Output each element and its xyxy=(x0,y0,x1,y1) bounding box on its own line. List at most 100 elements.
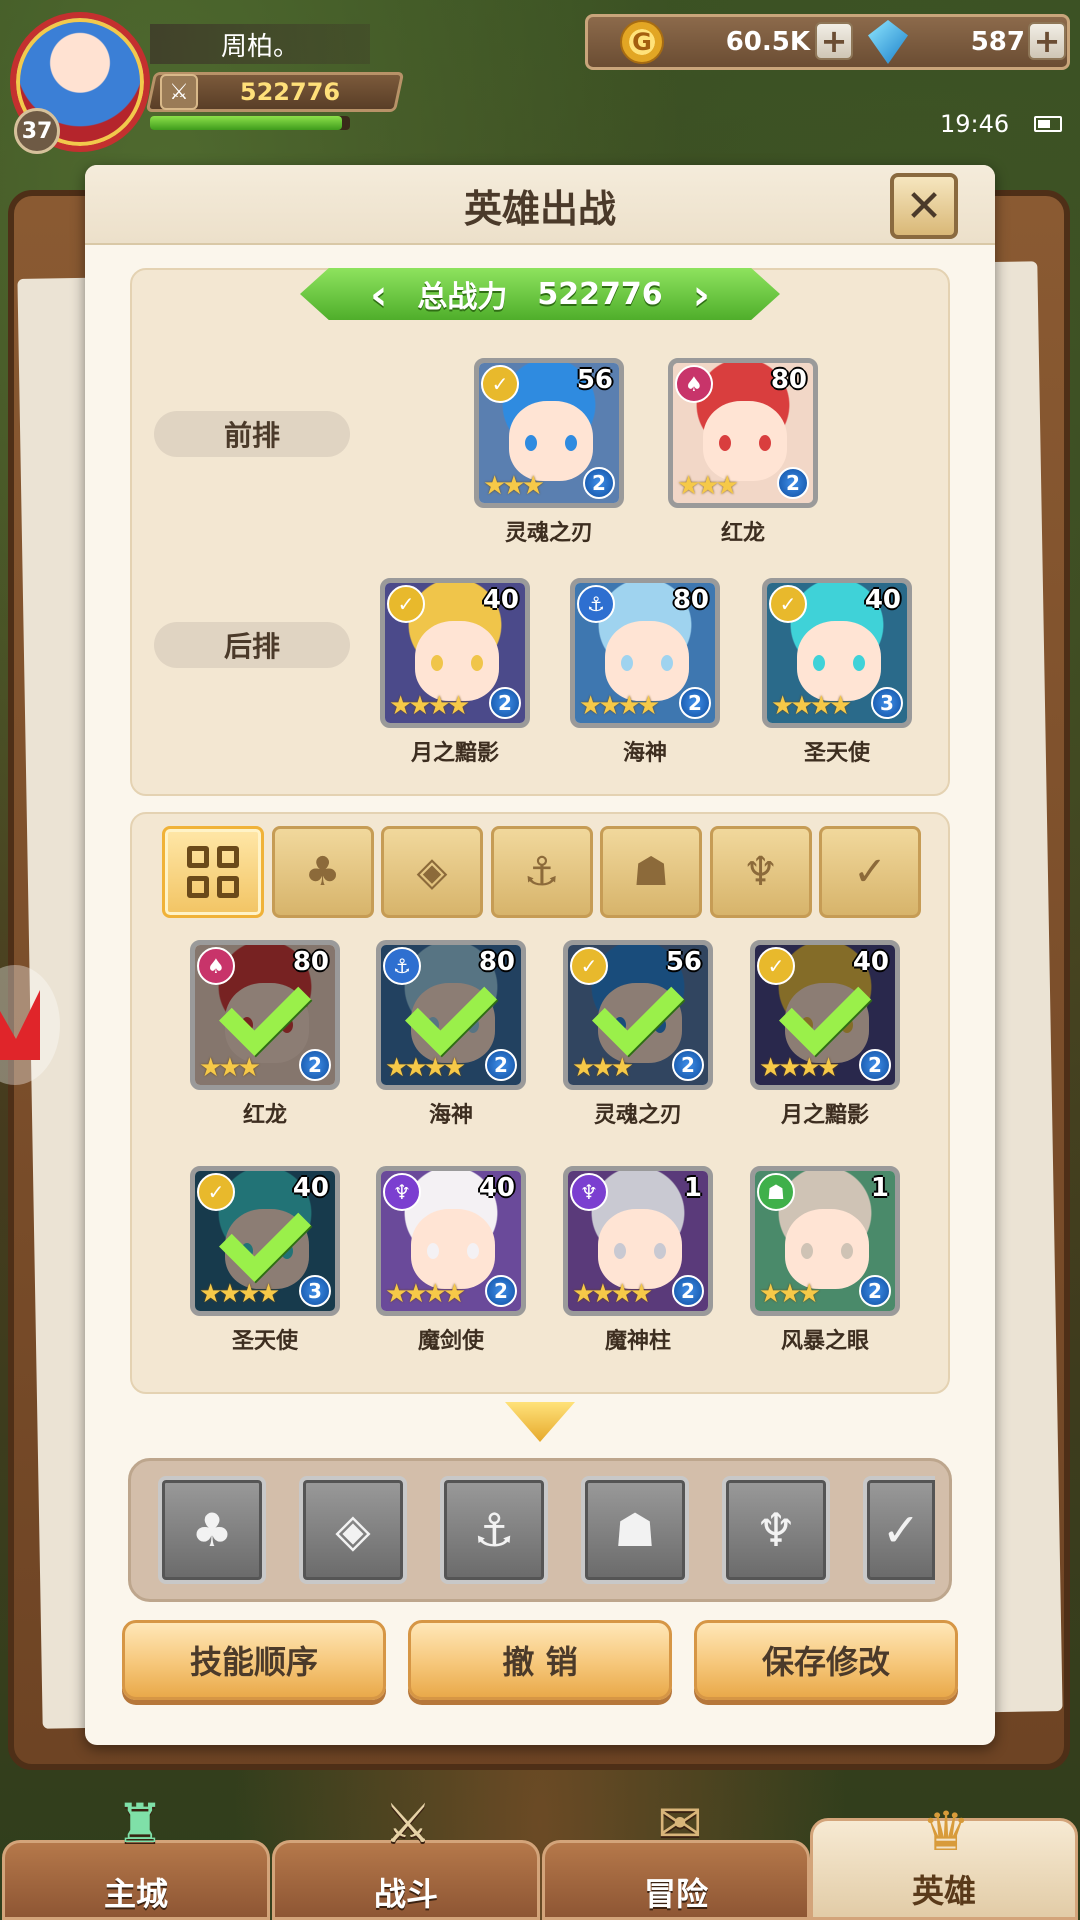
back-row-hero-card[interactable]: ✓ 40 ★★★★ 2 xyxy=(380,578,530,728)
hero-level: 40 xyxy=(864,585,901,615)
list-hero-name: 海神 xyxy=(428,1103,473,1128)
list-hero-card[interactable]: ⚓ 80 ★★★★ 2 xyxy=(376,940,526,1090)
faction-slot-anchor[interactable]: ⚓ xyxy=(440,1476,548,1584)
hero-level: 40 xyxy=(478,1173,515,1203)
dialog-title: 英雄出战 xyxy=(463,186,616,231)
hero-eye xyxy=(467,1243,479,1259)
nav-tab-adventure[interactable]: ✉ 冒险 xyxy=(542,1792,810,1920)
list-hero-card[interactable]: ✓ 40 ★★★★ 2 xyxy=(750,940,900,1090)
back-row-hero-card[interactable]: ✓ 40 ★★★★ 3 xyxy=(762,578,912,728)
filter-tab-wing[interactable]: ✓ xyxy=(819,826,921,918)
back-row-hero-card[interactable]: ⚓ 80 ★★★★ 2 xyxy=(570,578,720,728)
chevron-left-icon: ‹ xyxy=(370,269,388,319)
faction-slot-gem[interactable]: ◈ xyxy=(299,1476,407,1584)
undo-button[interactable]: 撤 销 xyxy=(408,1620,672,1700)
hero-face xyxy=(415,621,499,701)
hero-stars: ★★★ xyxy=(483,471,545,501)
list-hero-name: 圣天使 xyxy=(231,1329,298,1354)
nav-tab-heroes[interactable]: ♛ 英雄 xyxy=(810,1800,1078,1920)
experience-bar xyxy=(150,116,350,130)
list-hero-card[interactable]: ☗ 1 ★★★ 2 xyxy=(750,1166,900,1316)
skill-order-button[interactable]: 技能顺序 xyxy=(122,1620,386,1700)
list-hero-card[interactable]: ✓ 56 ★★★ 2 xyxy=(563,940,713,1090)
hero-eye xyxy=(853,655,865,671)
list-hero-name: 月之黯影 xyxy=(780,1103,869,1128)
hero-stars: ★★★ xyxy=(572,1053,634,1083)
list-hero-name: 魔剑使 xyxy=(417,1329,484,1354)
hero-level: 80 xyxy=(770,365,807,395)
gem-value: 587 xyxy=(970,27,1025,57)
total-power-text: ‹ 总战力 522776 › xyxy=(320,269,760,319)
faction-icon: ✓ xyxy=(197,1173,235,1211)
hero-stars: ★★★★ xyxy=(389,691,470,721)
hero-stars: ★★★ xyxy=(759,1279,821,1309)
front-row-label: 前排 xyxy=(154,411,350,457)
faction-icon: ♆ xyxy=(383,1173,421,1211)
hero-face xyxy=(598,1209,682,1289)
nav-label-city: 主城 xyxy=(103,1875,168,1913)
hero-eye xyxy=(841,1243,853,1259)
hero-level: 40 xyxy=(852,947,889,977)
swords-icon: ⚔ xyxy=(383,1791,433,1855)
hero-awaken-badge: 3 xyxy=(299,1275,331,1307)
filter-tab-gem[interactable]: ◈ xyxy=(381,826,483,918)
player-power-value: 522776 xyxy=(239,78,341,106)
hero-stars: ★★★★ xyxy=(759,1053,840,1083)
hero-eye xyxy=(565,435,577,451)
add-gold-button[interactable]: + xyxy=(815,22,853,60)
castle-icon: ♜ xyxy=(115,1791,165,1855)
faction-slot-demon[interactable]: ♆ xyxy=(722,1476,830,1584)
hero-eye xyxy=(525,435,537,451)
player-name: 周柏。 xyxy=(150,24,370,64)
list-hero-card[interactable]: ♠ 80 ★★★ 2 xyxy=(190,940,340,1090)
back-row-hero-name: 月之黯影 xyxy=(410,741,499,766)
hero-eye xyxy=(621,655,633,671)
hero-face xyxy=(785,1209,869,1289)
back-row-hero-name: 海神 xyxy=(622,741,667,766)
hero-level: 80 xyxy=(672,585,709,615)
list-hero-card[interactable]: ♆ 1 ★★★★ 2 xyxy=(563,1166,713,1316)
faction-slot-plant[interactable]: ♣ xyxy=(158,1476,266,1584)
filter-tab-demon[interactable]: ♆ xyxy=(709,826,812,918)
nav-tab-city[interactable]: ♜ 主城 xyxy=(2,1792,270,1920)
faction-slot-wing[interactable]: ✓ xyxy=(863,1476,935,1584)
add-gems-button[interactable]: + xyxy=(1028,22,1066,60)
faction-icon: ✓ xyxy=(387,585,425,623)
battery-icon xyxy=(1034,116,1062,132)
hero-awaken-badge: 2 xyxy=(859,1275,891,1307)
front-row-hero-card[interactable]: ♠ 80 ★★★ 2 xyxy=(668,358,818,508)
wing-slot-icon: ✓ xyxy=(881,1503,921,1557)
back-row-label: 后排 xyxy=(154,622,350,668)
front-row-hero-card[interactable]: ✓ 56 ★★★ 2 xyxy=(474,358,624,508)
hero-face xyxy=(703,401,787,481)
filter-tab-plant[interactable]: ♣ xyxy=(271,826,374,918)
nav-label-adventure: 冒险 xyxy=(643,1875,708,1913)
wing-faction-icon: ✓ xyxy=(853,849,887,895)
filter-tab-all[interactable] xyxy=(162,826,264,918)
hero-stars: ★★★★ xyxy=(199,1279,280,1309)
faction-slot-beast[interactable]: ☗ xyxy=(581,1476,689,1584)
hero-stars: ★★★★ xyxy=(771,691,852,721)
hero-eye xyxy=(427,1243,439,1259)
list-hero-card[interactable]: ✓ 40 ★★★★ 3 xyxy=(190,1166,340,1316)
hero-awaken-badge: 2 xyxy=(859,1049,891,1081)
hero-eye xyxy=(759,435,771,451)
filter-tab-anchor[interactable]: ⚓ xyxy=(490,826,593,918)
hero-awaken-badge: 2 xyxy=(485,1049,517,1081)
anchor-faction-icon: ⚓ xyxy=(523,849,560,895)
nav-tab-battle[interactable]: ⚔ 战斗 xyxy=(272,1792,540,1920)
hero-level: 40 xyxy=(482,585,519,615)
gem-slot-icon: ◈ xyxy=(335,1503,371,1557)
save-changes-button[interactable]: 保存修改 xyxy=(694,1620,958,1700)
faction-icon: ♆ xyxy=(570,1173,608,1211)
map-scroll-icon: ✉ xyxy=(657,1791,703,1855)
hero-stars: ★★★ xyxy=(677,471,739,501)
filter-tab-beast[interactable]: ☗ xyxy=(600,826,702,918)
list-hero-name: 灵魂之刃 xyxy=(593,1103,682,1128)
close-button[interactable]: ✕ xyxy=(890,173,958,239)
list-hero-card[interactable]: ♆ 40 ★★★★ 2 xyxy=(376,1166,526,1316)
hero-awaken-badge: 2 xyxy=(485,1275,517,1307)
nav-label-heroes: 英雄 xyxy=(911,1872,976,1910)
gold-value: 60.5K xyxy=(725,27,810,57)
faction-icon: ♠ xyxy=(675,365,713,403)
